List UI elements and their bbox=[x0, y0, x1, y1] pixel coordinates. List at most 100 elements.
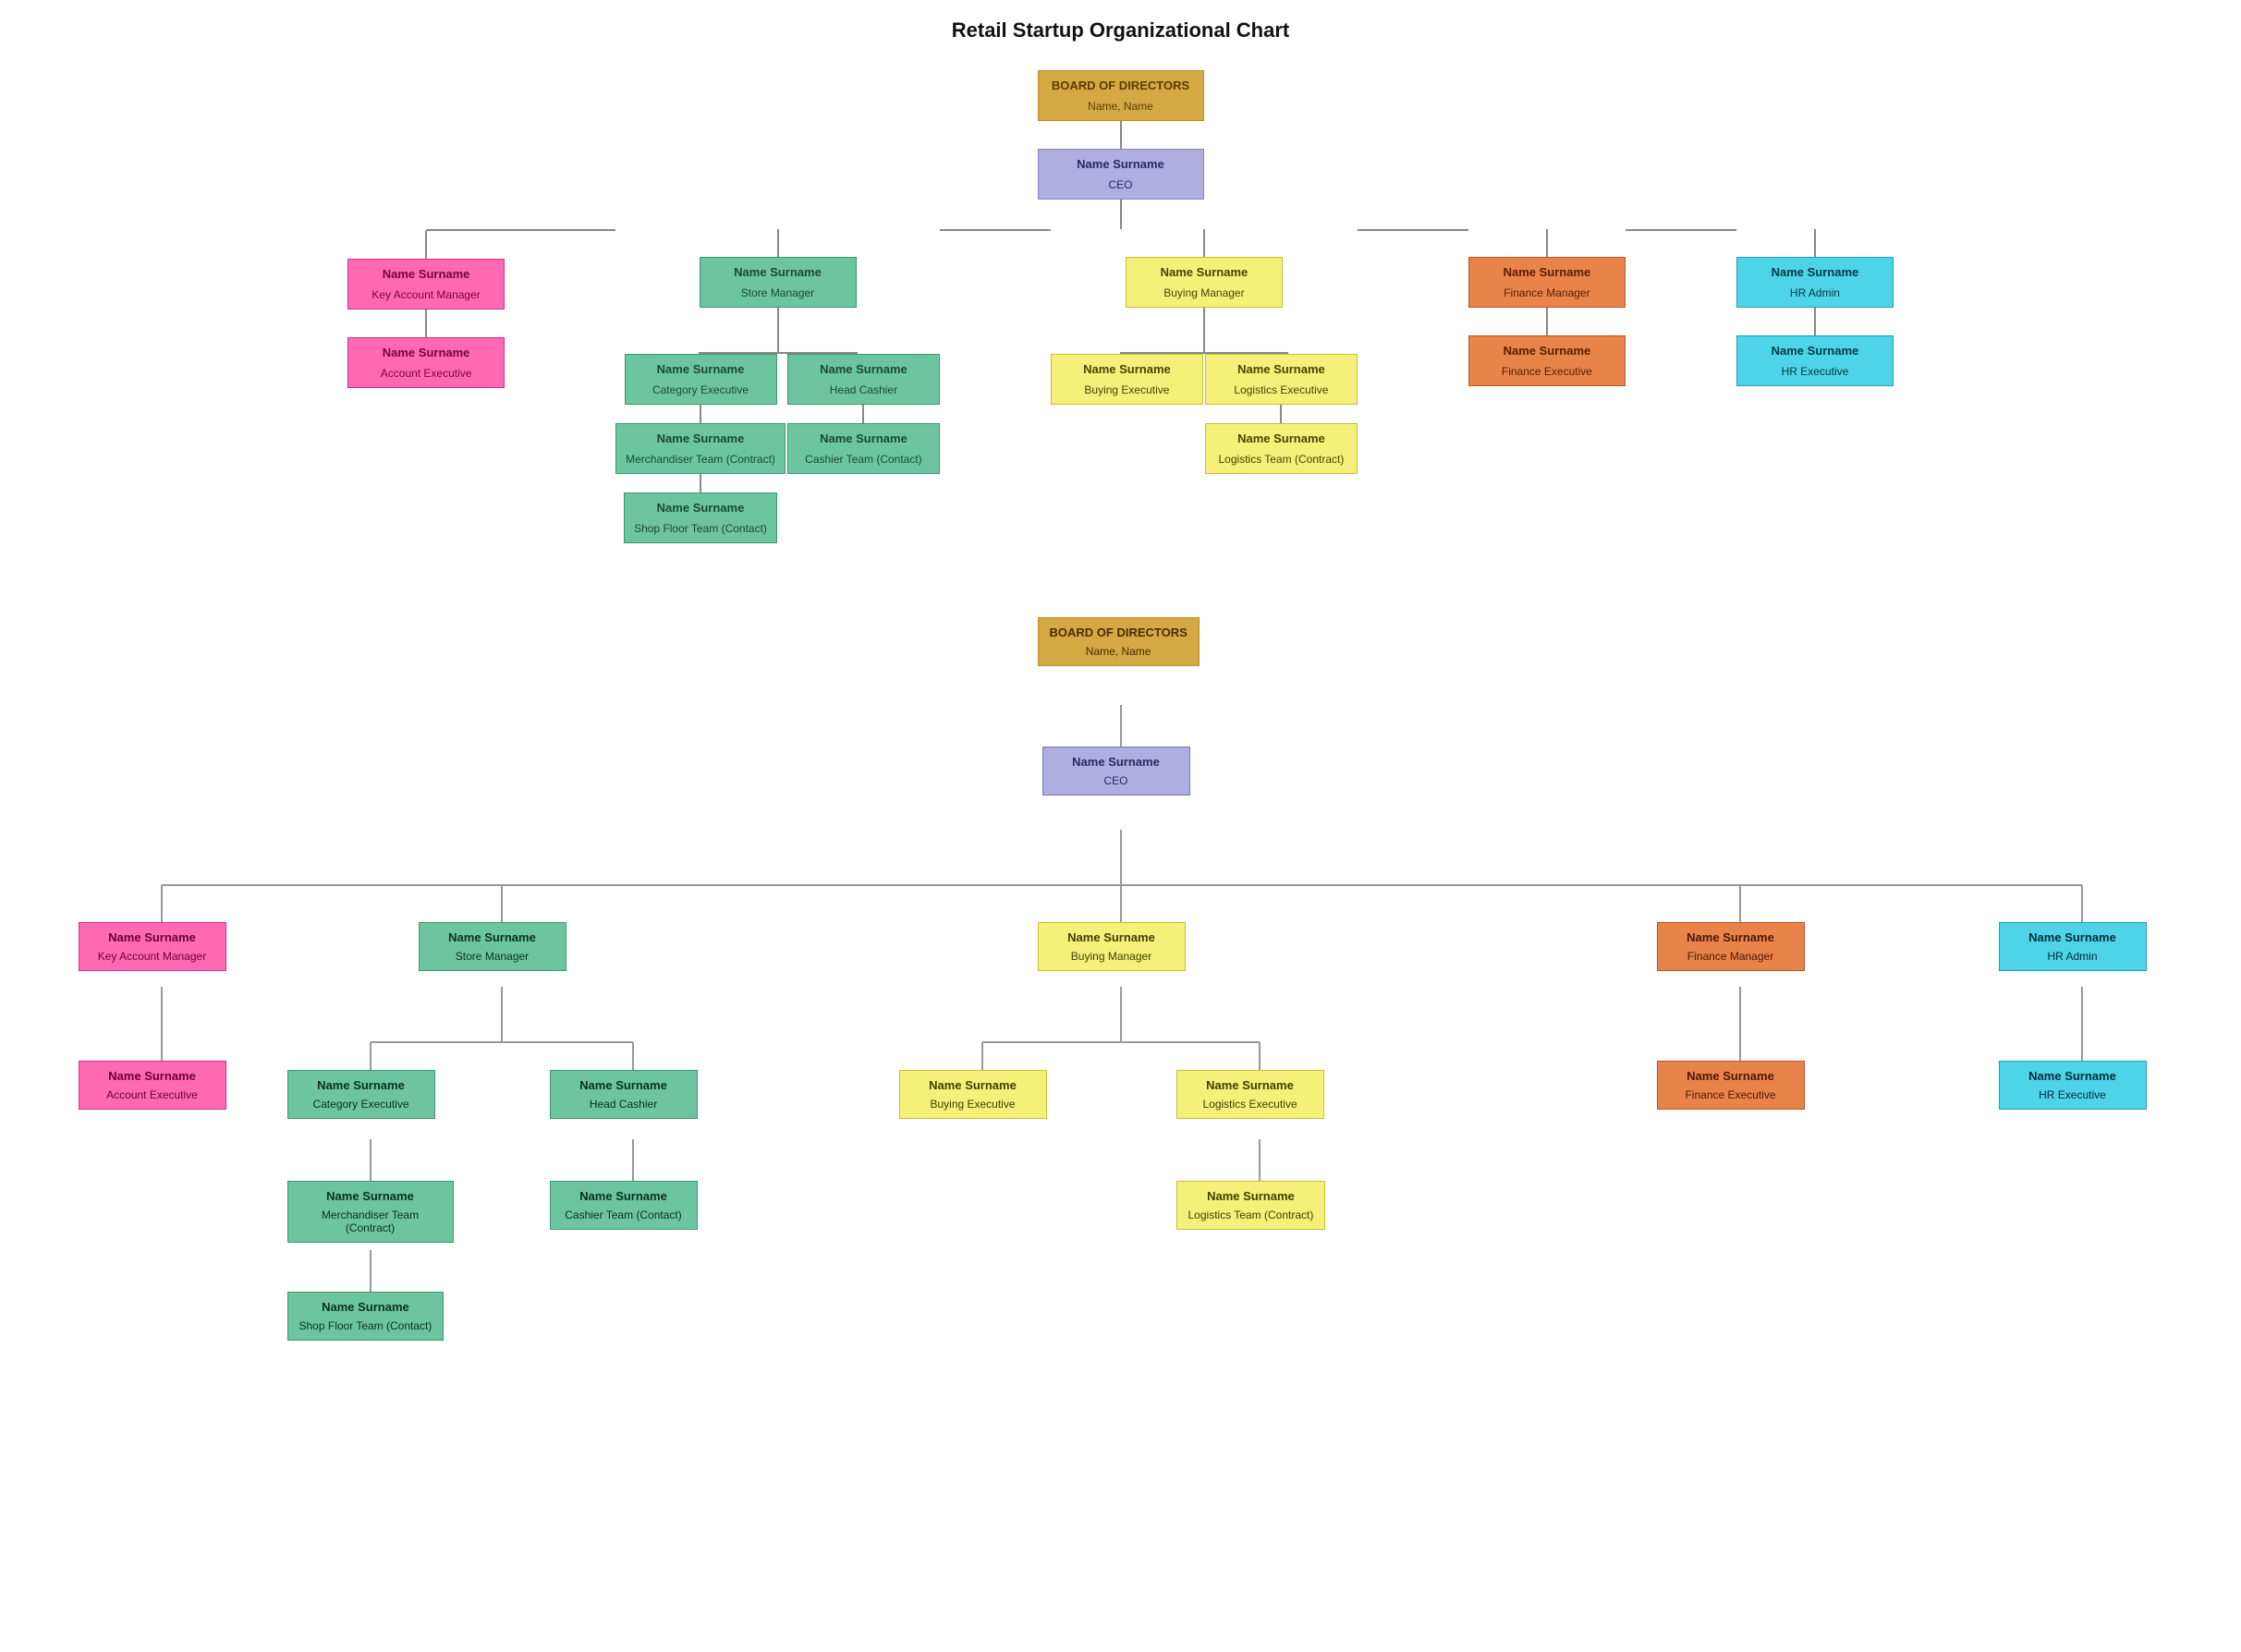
finance-exec-role: Finance Executive bbox=[1492, 361, 1602, 385]
ceo-name: Name Surname bbox=[1067, 150, 1174, 175]
node-finance-manager[interactable]: Name Surname Finance Manager bbox=[1657, 922, 1805, 971]
node-finance-manager[interactable]: Name Surname Finance Manager bbox=[1468, 257, 1626, 308]
key-account-role: Key Account Manager bbox=[362, 285, 489, 309]
node-cashier-team[interactable]: Name Surname Cashier Team (Contact) bbox=[787, 423, 940, 474]
node-account-executive[interactable]: Name Surname Account Executive bbox=[79, 1061, 226, 1110]
head-cashier-role: Head Cashier bbox=[821, 380, 907, 404]
node-head-cashier[interactable]: Name Surname Head Cashier bbox=[787, 354, 940, 405]
node-store-manager[interactable]: Name Surname Store Manager bbox=[419, 922, 566, 971]
logistics-exec-name: Name Surname bbox=[1195, 1071, 1305, 1095]
node-cashier-team[interactable]: Name Surname Cashier Team (Contact) bbox=[550, 1181, 698, 1230]
category-exec-role: Category Executive bbox=[643, 380, 758, 404]
key-account-wrapper: Name Surname Key Account Manager bbox=[79, 922, 245, 971]
node-finance-executive[interactable]: Name Surname Finance Executive bbox=[1657, 1061, 1805, 1110]
connector-board-ceo bbox=[1120, 121, 1122, 149]
node-merch-team[interactable]: Name Surname Merchandiser Team (Contract… bbox=[287, 1181, 454, 1243]
node-hr-executive[interactable]: Name Surname HR Executive bbox=[1999, 1061, 2147, 1110]
buying-exec-role: Buying Executive bbox=[919, 1095, 1026, 1118]
node-buying-executive[interactable]: Name Surname Buying Executive bbox=[899, 1070, 1047, 1119]
category-exec-wrapper: Name Surname Category Executive bbox=[287, 1070, 454, 1119]
node-hr-exec[interactable]: Name Surname HR Executive bbox=[1736, 335, 1894, 386]
category-exec-role: Category Executive bbox=[301, 1095, 420, 1118]
node-hr-admin[interactable]: Name Surname HR Admin bbox=[1736, 257, 1894, 308]
category-exec-name: Name Surname bbox=[306, 1071, 416, 1095]
head-cashier-name: Name Surname bbox=[568, 1071, 678, 1095]
node-shop-floor[interactable]: Name Surname Shop Floor Team (Contact) bbox=[287, 1292, 445, 1341]
logistics-team-role: Logistics Team (Contract) bbox=[1177, 1206, 1325, 1229]
node-store-manager[interactable]: Name Surname Store Manager bbox=[700, 257, 857, 308]
node-ceo[interactable]: Name Surname CEO bbox=[1038, 149, 1204, 200]
finance-exec-role: Finance Executive bbox=[1674, 1086, 1786, 1109]
node-logistics-team[interactable]: Name Surname Logistics Team (Contract) bbox=[1176, 1181, 1326, 1230]
node-finance-exec[interactable]: Name Surname Finance Executive bbox=[1468, 335, 1626, 386]
node-logistics-exec[interactable]: Name Surname Logistics Executive bbox=[1205, 354, 1358, 405]
node-logistics-team[interactable]: Name Surname Logistics Team (Contract) bbox=[1205, 423, 1358, 474]
logistics-exec-name: Name Surname bbox=[1228, 355, 1334, 380]
account-exec-name: Name Surname bbox=[373, 338, 480, 363]
hr-exec-wrapper: Name Surname HR Executive bbox=[1999, 1061, 2165, 1110]
buying-exec-role: Buying Executive bbox=[1075, 380, 1178, 404]
board-of-directors: BOARD OF DIRECTORS Name, Name bbox=[1038, 617, 1204, 666]
logistics-team-name: Name Surname bbox=[1196, 1182, 1306, 1206]
ceo-wrapper: Name Surname CEO bbox=[1042, 747, 1200, 796]
logistics-team-role: Logistics Team (Contract) bbox=[1210, 449, 1354, 473]
logistics-team-wrapper: Name Surname Logistics Team (Contract) bbox=[1176, 1181, 1343, 1230]
store-manager-role: Store Manager bbox=[732, 283, 823, 307]
node-board-of-directors[interactable]: BOARD OF DIRECTORS Name, Name bbox=[1038, 617, 1200, 666]
node-category-executive[interactable]: Name Surname Category Executive bbox=[287, 1070, 435, 1119]
node-merch-team[interactable]: Name Surname Merchandiser Team (Contract… bbox=[615, 423, 786, 474]
head-cashier-name: Name Surname bbox=[810, 355, 917, 380]
hr-admin-wrapper: Name Surname HR Admin bbox=[1999, 922, 2165, 971]
node-account-exec[interactable]: Name Surname Account Executive bbox=[347, 337, 505, 388]
buying-manager-role: Buying Manager bbox=[1154, 283, 1253, 307]
shop-floor-name: Name Surname bbox=[311, 1293, 420, 1317]
finance-manager-wrapper: Name Surname Finance Manager bbox=[1657, 922, 1823, 971]
node-logistics-executive[interactable]: Name Surname Logistics Executive bbox=[1176, 1070, 1324, 1119]
account-exec-name: Name Surname bbox=[97, 1062, 207, 1086]
shop-floor-name: Name Surname bbox=[648, 493, 754, 518]
account-exec-wrapper: Name Surname Account Executive bbox=[79, 1061, 245, 1110]
node-board[interactable]: BOARD OF DIRECTORS Name, Name bbox=[1038, 70, 1204, 121]
finance-exec-name: Name Surname bbox=[1675, 1062, 1785, 1086]
merch-team-wrapper: Name Surname Merchandiser Team (Contract… bbox=[287, 1181, 454, 1243]
merch-team-name: Name Surname bbox=[315, 1182, 425, 1206]
shop-floor-wrapper: Name Surname Shop Floor Team (Contact) bbox=[287, 1292, 454, 1341]
node-buying-exec[interactable]: Name Surname Buying Executive bbox=[1051, 354, 1203, 405]
cashier-team-role: Cashier Team (Contact) bbox=[554, 1206, 693, 1229]
account-exec-role: Account Executive bbox=[95, 1086, 209, 1109]
node-head-cashier[interactable]: Name Surname Head Cashier bbox=[550, 1070, 698, 1119]
buying-manager-name: Name Surname bbox=[1151, 258, 1258, 283]
node-key-account[interactable]: Name Surname Key Account Manager bbox=[347, 259, 505, 310]
org-chart: BOARD OF DIRECTORS Name, Name Name Surna… bbox=[18, 70, 2223, 543]
node-hr-admin[interactable]: Name Surname HR Admin bbox=[1999, 922, 2147, 971]
node-key-account-manager[interactable]: Name Surname Key Account Manager bbox=[79, 922, 226, 971]
node-category-exec[interactable]: Name Surname Category Executive bbox=[625, 354, 777, 405]
cashier-team-name: Name Surname bbox=[568, 1182, 678, 1206]
shop-floor-role: Shop Floor Team (Contact) bbox=[625, 518, 776, 542]
logistics-exec-role: Logistics Executive bbox=[1224, 380, 1337, 404]
ceo-name: Name Surname bbox=[1061, 747, 1171, 771]
board-name: Name, Name bbox=[1075, 642, 1163, 665]
head-cashier-role: Head Cashier bbox=[579, 1095, 668, 1118]
dept-keyaccount: Name Surname Key Account Manager Name Su… bbox=[347, 229, 505, 388]
store-manager-name: Name Surname bbox=[725, 258, 831, 283]
shop-floor-role: Shop Floor Team (Contact) bbox=[288, 1317, 444, 1340]
ceo-role: CEO bbox=[1092, 771, 1139, 795]
node-shop-floor[interactable]: Name Surname Shop Floor Team (Contact) bbox=[624, 492, 777, 543]
finance-manager-name: Name Surname bbox=[1675, 923, 1785, 947]
key-account-name: Name Surname bbox=[97, 923, 207, 947]
page-title: Retail Startup Organizational Chart bbox=[18, 18, 2223, 43]
store-manager-wrapper: Name Surname Store Manager bbox=[419, 922, 585, 971]
cashier-team-wrapper: Name Surname Cashier Team (Contact) bbox=[550, 1181, 716, 1230]
dept-hr: Name Surname HR Admin Name Surname HR Ex… bbox=[1736, 229, 1894, 386]
hr-exec-name: Name Surname bbox=[1762, 336, 1869, 361]
key-account-name: Name Surname bbox=[373, 260, 480, 285]
node-ceo[interactable]: Name Surname CEO bbox=[1042, 747, 1190, 796]
node-buying-manager[interactable]: Name Surname Buying Manager bbox=[1126, 257, 1283, 308]
node-buying-manager[interactable]: Name Surname Buying Manager bbox=[1038, 922, 1186, 971]
cashier-team-role: Cashier Team (Contact) bbox=[796, 449, 932, 473]
store-manager-role: Store Manager bbox=[445, 947, 540, 970]
board-name: BOARD OF DIRECTORS bbox=[1042, 71, 1199, 96]
buying-exec-wrapper: Name Surname Buying Executive bbox=[899, 1070, 1066, 1119]
buying-exec-name: Name Surname bbox=[1074, 355, 1180, 380]
